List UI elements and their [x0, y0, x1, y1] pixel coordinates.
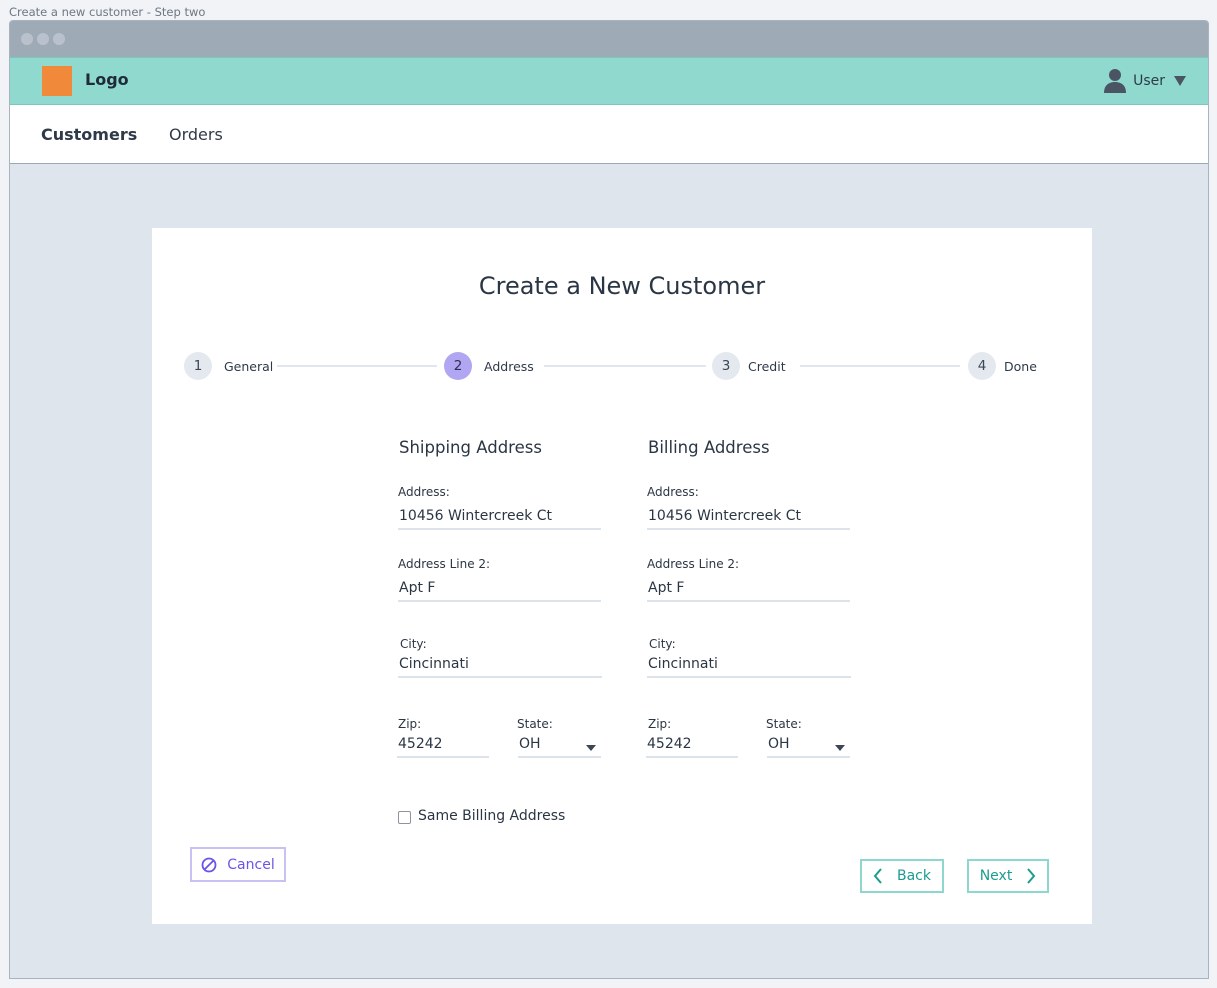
- step-done[interactable]: 4 Done: [968, 352, 1037, 380]
- nav-item-orders[interactable]: Orders: [169, 125, 223, 144]
- billing-address-label: Address:: [647, 485, 699, 499]
- window-control-dot[interactable]: [37, 33, 49, 45]
- step-number: 2: [444, 352, 472, 380]
- stepper-connector: [277, 365, 437, 367]
- billing-title: Billing Address: [648, 438, 770, 457]
- shipping-zip-label: Zip:: [398, 717, 422, 731]
- main-nav: Customers Orders: [10, 105, 1208, 164]
- chevron-left-icon: [873, 868, 882, 884]
- cancel-label: Cancel: [227, 856, 275, 873]
- billing-line2-label: Address Line 2:: [647, 557, 740, 571]
- caret-down-icon: [1174, 75, 1186, 86]
- shipping-title: Shipping Address: [399, 438, 542, 457]
- step-number: 3: [712, 352, 740, 380]
- step-number: 4: [968, 352, 996, 380]
- step-label: Address: [484, 358, 534, 374]
- step-label: Credit: [748, 358, 786, 374]
- same-billing-label[interactable]: Same Billing Address: [418, 808, 565, 824]
- billing-address-input[interactable]: 10456 Wintercreek Ct: [647, 508, 850, 530]
- billing-zip-label: Zip:: [648, 717, 672, 731]
- step-label: Done: [1004, 358, 1037, 374]
- window-titlebar: [10, 21, 1208, 57]
- step-general[interactable]: 1 General: [184, 352, 273, 380]
- chevron-down-icon: [586, 745, 596, 751]
- shipping-zip-input[interactable]: 45242: [397, 736, 489, 758]
- page-caption: Create a new customer - Step two: [9, 5, 206, 19]
- app-header: Logo User: [10, 57, 1208, 105]
- chevron-right-icon: [1027, 868, 1036, 884]
- shipping-state-select[interactable]: OH: [518, 736, 601, 758]
- create-customer-card: Create a New Customer 1 General 2 Addres…: [152, 228, 1092, 924]
- user-icon: [1104, 69, 1127, 93]
- window-control-dot[interactable]: [53, 33, 65, 45]
- page-title: Create a New Customer: [478, 272, 766, 300]
- billing-state-value: OH: [768, 736, 790, 752]
- browser-window: Logo User Customers Orders Create a New …: [9, 20, 1209, 979]
- step-label: General: [224, 358, 274, 374]
- step-credit[interactable]: 3 Credit: [712, 352, 786, 380]
- shipping-line2-label: Address Line 2:: [398, 557, 491, 571]
- logo-icon: [42, 66, 72, 96]
- shipping-city-input[interactable]: Cincinnati: [398, 656, 602, 678]
- same-billing-checkbox[interactable]: [398, 811, 411, 824]
- next-button[interactable]: Next: [967, 859, 1049, 893]
- stepper-connector: [800, 365, 960, 367]
- next-label: Next: [979, 868, 1013, 884]
- shipping-address-label: Address:: [398, 485, 450, 499]
- step-address[interactable]: 2 Address: [444, 352, 534, 380]
- nav-item-customers[interactable]: Customers: [41, 125, 137, 144]
- billing-line2-input[interactable]: Apt F: [647, 580, 850, 602]
- cancel-button[interactable]: Cancel: [190, 847, 286, 882]
- back-button[interactable]: Back: [860, 859, 944, 893]
- billing-state-select[interactable]: OH: [767, 736, 850, 758]
- user-name: User: [1133, 72, 1165, 89]
- billing-city-input[interactable]: Cincinnati: [647, 656, 851, 678]
- user-menu[interactable]: User: [1103, 68, 1186, 93]
- shipping-address-input[interactable]: 10456 Wintercreek Ct: [398, 508, 601, 530]
- cancel-icon: [201, 857, 217, 872]
- window-control-dot[interactable]: [21, 33, 33, 45]
- shipping-line2-input[interactable]: Apt F: [398, 580, 601, 602]
- shipping-city-label: City:: [400, 637, 427, 651]
- chevron-down-icon: [835, 745, 845, 751]
- step-number: 1: [184, 352, 212, 380]
- stepper-connector: [544, 365, 706, 367]
- shipping-state-value: OH: [519, 736, 541, 752]
- billing-state-label: State:: [766, 717, 802, 731]
- logo-text: Logo: [85, 70, 129, 89]
- billing-zip-input[interactable]: 45242: [646, 736, 738, 758]
- back-label: Back: [897, 868, 931, 884]
- shipping-state-label: State:: [517, 717, 553, 731]
- billing-city-label: City:: [649, 637, 676, 651]
